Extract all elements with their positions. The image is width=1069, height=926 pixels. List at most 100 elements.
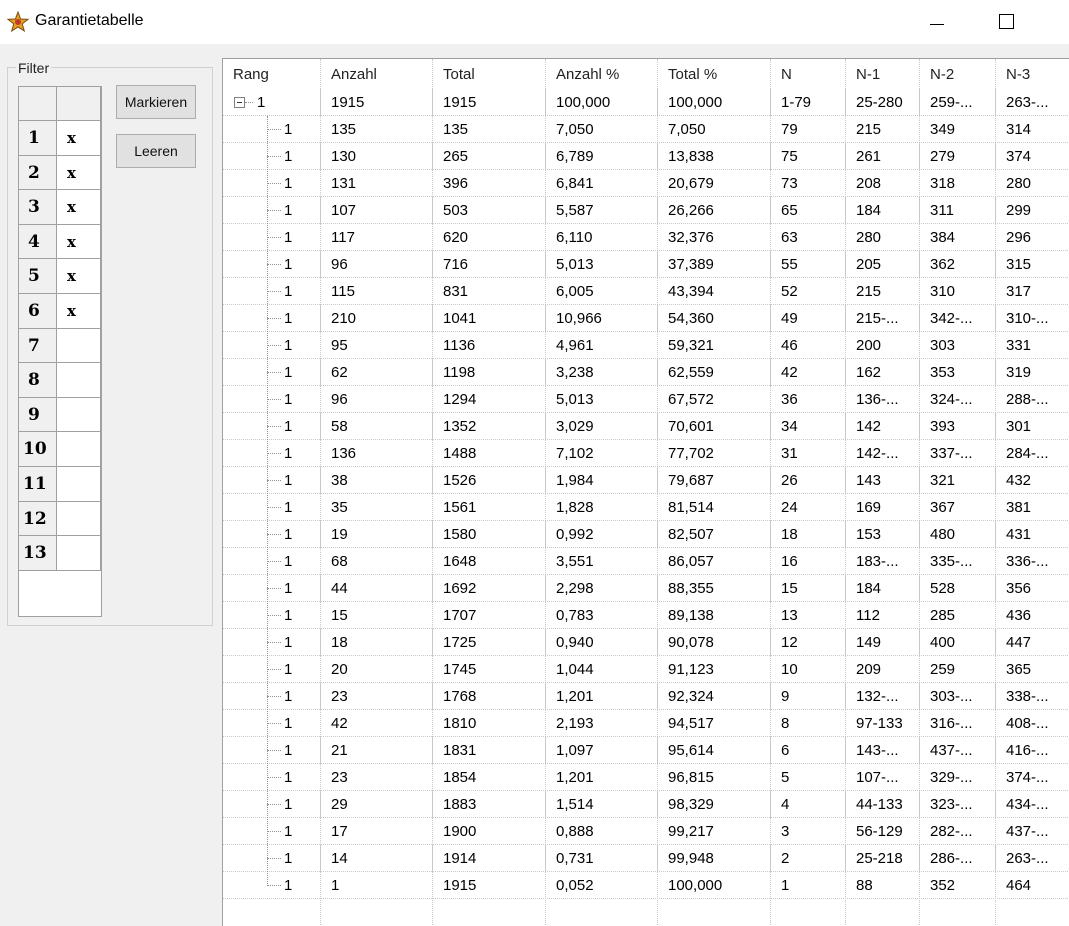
cell-total-: 99,948 <box>658 845 771 872</box>
table-header: Rang Anzahl Total Anzahl % Total % N N-1 N-2 N-3 <box>223 59 1069 89</box>
cell-n: 8 <box>771 710 846 737</box>
cell-total-: 20,679 <box>658 170 771 197</box>
column-header[interactable]: Total <box>433 59 546 89</box>
cell-n-1: 88 <box>846 872 920 899</box>
table-row[interactable]: 1 35 1561 1,828 81,514 24 169 367 381 <box>223 494 1069 521</box>
markieren-button[interactable]: Markieren <box>116 85 196 119</box>
cell-anzahl: 58 <box>321 413 433 440</box>
tree-connector <box>267 183 281 184</box>
filter-grid[interactable]: 1 x 2 x 3 x 4 x 5 x 6 x 7 8 9 10 11 12 13 <box>18 86 102 617</box>
title-bar: Garantietabelle <box>0 0 1069 44</box>
cell-total: 1580 <box>433 521 546 548</box>
cell-n: 46 <box>771 332 846 359</box>
column-header[interactable]: Anzahl % <box>546 59 658 89</box>
table-row[interactable]: 1 29 1883 1,514 98,329 4 44-133 323-... 434-... <box>223 791 1069 818</box>
filter-row-mark[interactable] <box>57 536 101 571</box>
cell-n-3: 314 <box>996 116 1069 143</box>
cell-n: 26 <box>771 467 846 494</box>
filter-row-mark[interactable]: x <box>57 259 101 294</box>
table-row[interactable]: 1 96 716 5,013 37,389 55 205 362 315 <box>223 251 1069 278</box>
table-row[interactable]: 1 117 620 6,110 32,376 63 280 384 296 <box>223 224 1069 251</box>
filter-row-mark[interactable] <box>57 363 101 398</box>
column-header[interactable]: N-1 <box>846 59 920 89</box>
cell-n-2: 285 <box>920 602 996 629</box>
table-row[interactable]: 1 17 1900 0,888 99,217 3 56-129 282-... 437-... <box>223 818 1069 845</box>
cell-anzahl: 210 <box>321 305 433 332</box>
table-row[interactable]: 1 23 1768 1,201 92,324 9 132-... 303-... 338-... <box>223 683 1069 710</box>
cell-total-: 82,507 <box>658 521 771 548</box>
table-row[interactable]: 1 58 1352 3,029 70,601 34 142 393 301 <box>223 413 1069 440</box>
table-row[interactable]: 1 68 1648 3,551 86,057 16 183-... 335-... 336-..… <box>223 548 1069 575</box>
cell-anzahl: 29 <box>321 791 433 818</box>
filter-row-mark[interactable]: x <box>57 294 101 329</box>
table-row[interactable]: 1 96 1294 5,013 67,572 36 136-... 324-... 288-..… <box>223 386 1069 413</box>
cell-n-1: 169 <box>846 494 920 521</box>
table-row[interactable]: 1 130 265 6,789 13,838 75 261 279 374 <box>223 143 1069 170</box>
tree-connector <box>267 156 281 157</box>
table-row[interactable]: 1 135 135 7,050 7,050 79 215 349 314 <box>223 116 1069 143</box>
cell-n-2: 303-... <box>920 683 996 710</box>
cell-total-: 94,517 <box>658 710 771 737</box>
cell-n-3: 280 <box>996 170 1069 197</box>
column-header[interactable]: Rang <box>223 59 321 89</box>
tree-connector <box>267 534 281 535</box>
collapse-icon[interactable] <box>234 97 245 108</box>
table-row[interactable]: 1 23 1854 1,201 96,815 5 107-... 329-... 374-... <box>223 764 1069 791</box>
table-row[interactable]: 1 62 1198 3,238 62,559 42 162 353 319 <box>223 359 1069 386</box>
filter-row-mark[interactable] <box>57 397 101 433</box>
table-row[interactable]: 1 136 1488 7,102 77,702 31 142-... 337-... 284-.… <box>223 440 1069 467</box>
table-row[interactable]: 1 14 1914 0,731 99,948 2 25-218 286-... 263-... <box>223 845 1069 872</box>
filter-row-mark[interactable]: x <box>57 224 101 260</box>
filter-row-number: 7 <box>19 328 57 364</box>
table-row[interactable]: 1 95 1136 4,961 59,321 46 200 303 331 <box>223 332 1069 359</box>
table-row[interactable]: 1 210 1041 10,966 54,360 49 215-... 342-... 310-… <box>223 305 1069 332</box>
cell-n: 3 <box>771 818 846 845</box>
cell-total-: 91,123 <box>658 656 771 683</box>
filter-row-mark[interactable] <box>57 467 101 502</box>
filter-row-mark[interactable]: x <box>57 190 101 225</box>
filter-row-mark[interactable] <box>57 328 101 364</box>
filter-row-mark[interactable]: x <box>57 155 101 191</box>
maximize-button[interactable] <box>990 8 1024 36</box>
guarantee-table[interactable]: Rang Anzahl Total Anzahl % Total % N N-1 N-2 N-3… <box>222 58 1069 926</box>
filter-row-mark[interactable] <box>57 501 101 537</box>
table-root-row[interactable]: 1 1915 1915 100,000 100,000 1-79 25-280 259-...… <box>223 89 1069 116</box>
table-row[interactable]: 1 131 396 6,841 20,679 73 208 318 280 <box>223 170 1069 197</box>
table-row[interactable]: 1 21 1831 1,097 95,614 6 143-... 437-... 416-... <box>223 737 1069 764</box>
table-row[interactable]: 1 115 831 6,005 43,394 52 215 310 317 <box>223 278 1069 305</box>
column-header[interactable]: Anzahl <box>321 59 433 89</box>
leeren-button[interactable]: Leeren <box>116 134 196 168</box>
cell-n: 63 <box>771 224 846 251</box>
column-header[interactable]: N-3 <box>996 59 1069 89</box>
cell-n-3: 447 <box>996 629 1069 656</box>
cell-n-1: 142 <box>846 413 920 440</box>
cell-anzahl-: 6,005 <box>546 278 658 305</box>
tree-connector <box>267 642 281 643</box>
table-row[interactable]: 1 42 1810 2,193 94,517 8 97-133 316-... 408-... <box>223 710 1069 737</box>
cell-n-1: 143-... <box>846 737 920 764</box>
cell-n-1: 184 <box>846 575 920 602</box>
filter-row-mark[interactable]: x <box>57 121 101 156</box>
minimize-button[interactable] <box>920 8 954 36</box>
table-row[interactable]: 1 107 503 5,587 26,266 65 184 311 299 <box>223 197 1069 224</box>
filter-row-mark[interactable] <box>57 432 101 467</box>
table-row[interactable]: 1 19 1580 0,992 82,507 18 153 480 431 <box>223 521 1069 548</box>
table-row[interactable]: 1 1 1915 0,052 100,000 1 88 352 464 <box>223 872 1069 899</box>
filter-row-number: 8 <box>19 363 57 398</box>
cell-anzahl-: 1,201 <box>546 764 658 791</box>
table-row[interactable]: 1 20 1745 1,044 91,123 10 209 259 365 <box>223 656 1069 683</box>
cell-anzahl: 95 <box>321 332 433 359</box>
column-header[interactable]: N-2 <box>920 59 996 89</box>
column-header[interactable]: N <box>771 59 846 89</box>
cell-n: 12 <box>771 629 846 656</box>
table-row[interactable]: 1 44 1692 2,298 88,355 15 184 528 356 <box>223 575 1069 602</box>
table-row[interactable]: 1 38 1526 1,984 79,687 26 143 321 432 <box>223 467 1069 494</box>
tree-connector <box>267 507 281 508</box>
column-header[interactable]: Total % <box>658 59 771 89</box>
cell-n-3: 288-... <box>996 386 1069 413</box>
table-row[interactable]: 1 18 1725 0,940 90,078 12 149 400 447 <box>223 629 1069 656</box>
column-gridline <box>845 59 846 926</box>
tree-connector <box>267 885 281 886</box>
filter-row-number: 2 <box>19 155 57 191</box>
table-row[interactable]: 1 15 1707 0,783 89,138 13 112 285 436 <box>223 602 1069 629</box>
